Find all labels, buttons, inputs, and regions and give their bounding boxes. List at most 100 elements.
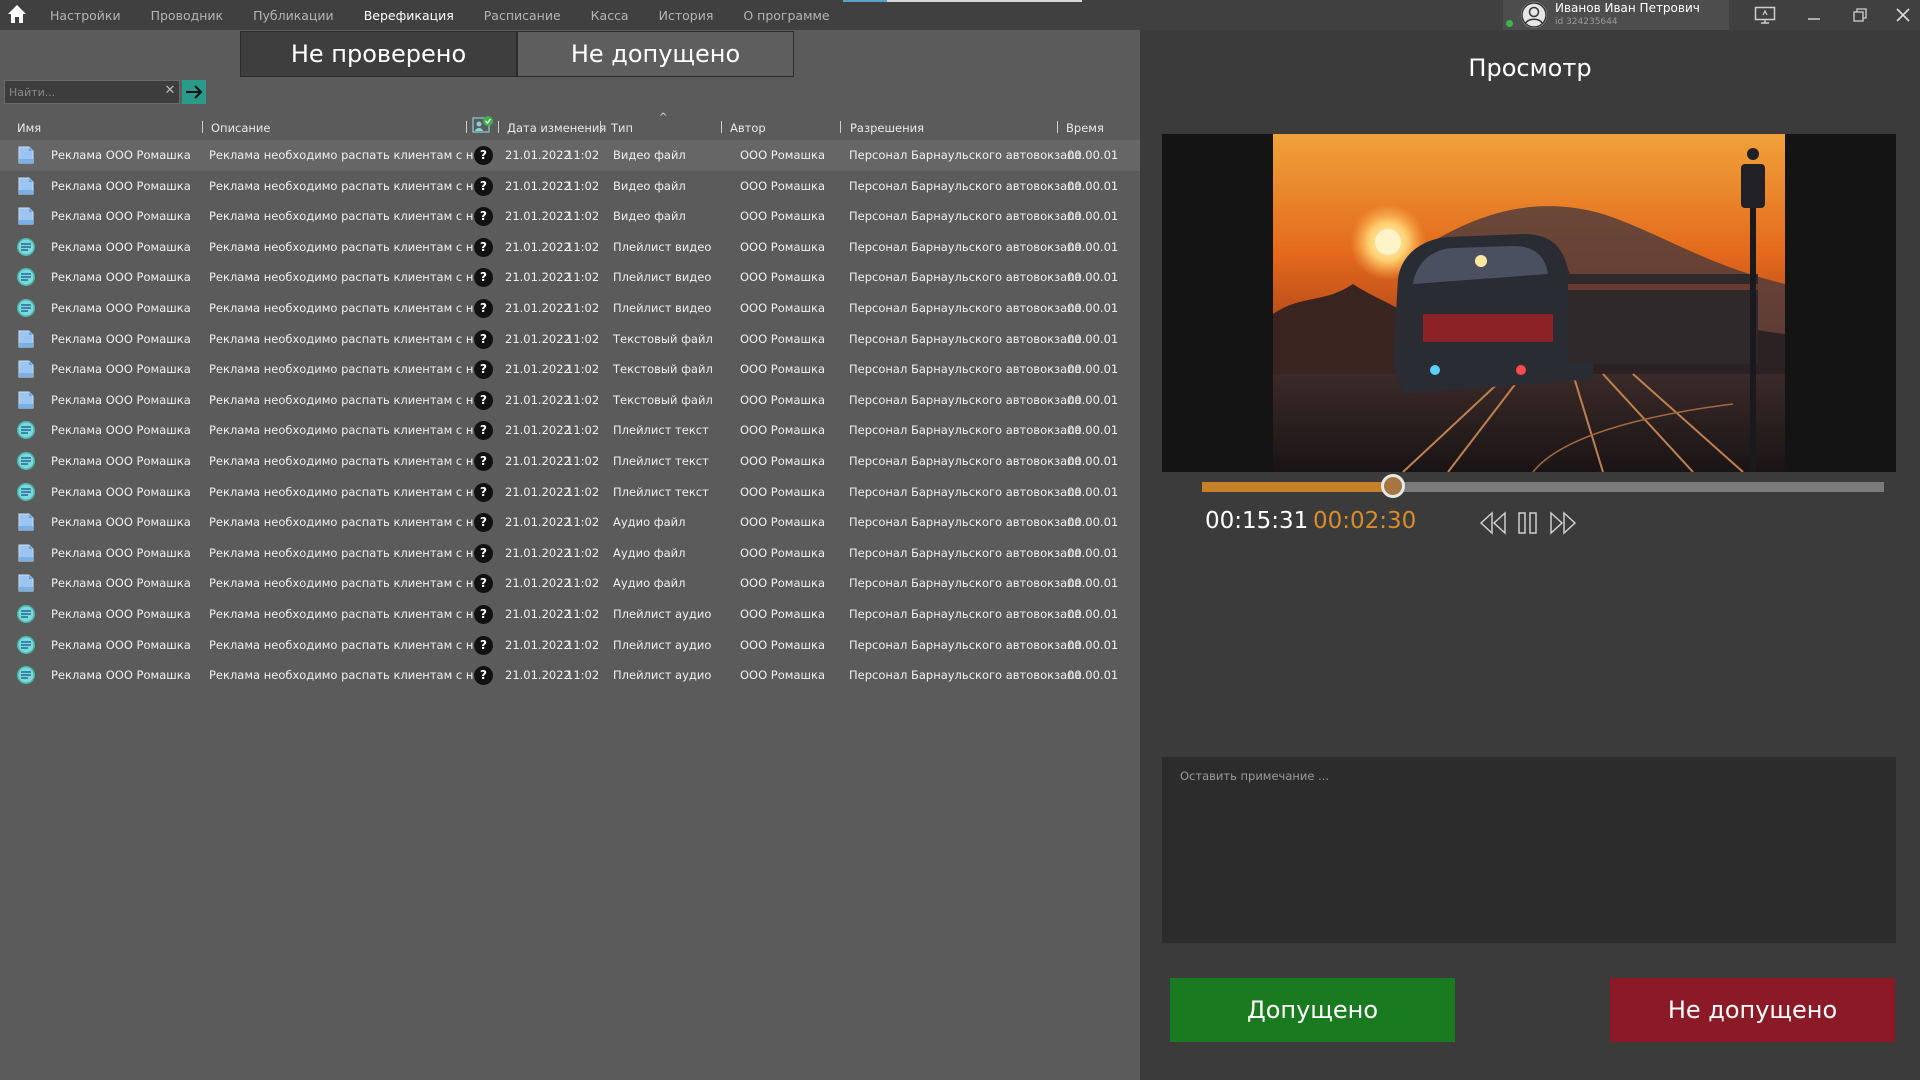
video-progress-bar[interactable] bbox=[1202, 474, 1884, 498]
cell-time-of-day: 11:02 bbox=[566, 576, 600, 591]
minimize-icon[interactable] bbox=[1801, 3, 1827, 27]
preview-panel: Просмотр 00:15:31 00:02:30 Оставить прим… bbox=[1140, 30, 1920, 1080]
tab-rejected[interactable]: Не допущено bbox=[517, 31, 794, 77]
search-input[interactable] bbox=[4, 80, 180, 104]
question-icon[interactable]: ? bbox=[474, 421, 493, 441]
cell-description: Реклама необходимо распать клиентам с на… bbox=[209, 239, 492, 254]
rewind-icon[interactable] bbox=[1478, 510, 1508, 536]
cell-date: 21.01.2022 bbox=[505, 668, 571, 683]
table-row[interactable]: Реклама ООО Ромашка Реклама необходимо ра… bbox=[0, 415, 1140, 446]
table-row[interactable]: Реклама ООО Ромашка Реклама необходимо ра… bbox=[0, 293, 1140, 324]
question-icon[interactable]: ? bbox=[474, 360, 493, 380]
cell-author: ООО Ромашка bbox=[740, 606, 826, 621]
table-row[interactable]: Реклама ООО Ромашка Реклама необходимо ра… bbox=[0, 660, 1140, 691]
nav-item[interactable]: Касса bbox=[591, 8, 629, 23]
cell-author: ООО Ромашка bbox=[740, 576, 826, 591]
column-author[interactable]: Автор bbox=[730, 121, 766, 135]
question-icon[interactable]: ? bbox=[474, 451, 493, 471]
cell-description: Реклама необходимо распать клиентам с на… bbox=[209, 270, 492, 285]
fast-forward-icon[interactable] bbox=[1548, 510, 1578, 536]
video-player[interactable] bbox=[1162, 134, 1896, 472]
cell-time-of-day: 11:02 bbox=[566, 637, 600, 652]
question-icon[interactable]: ? bbox=[474, 604, 493, 624]
column-time[interactable]: Время bbox=[1066, 121, 1104, 135]
table-row[interactable]: Реклама ООО Ромашка Реклама необходимо ра… bbox=[0, 201, 1140, 232]
restore-icon[interactable] bbox=[1847, 3, 1873, 27]
question-icon[interactable]: ? bbox=[474, 298, 493, 318]
cell-author: ООО Ромашка bbox=[740, 668, 826, 683]
column-permissions[interactable]: Разрешения bbox=[850, 121, 924, 135]
table-header: Имя Описание Дата изменения Тип ^ Автор bbox=[0, 112, 1140, 142]
table-row[interactable]: Реклама ООО Ромашка Реклама необходимо ра… bbox=[0, 171, 1140, 202]
cell-type: Видео файл bbox=[613, 148, 686, 162]
cell-description: Реклама необходимо распать клиентам с на… bbox=[209, 392, 492, 407]
cell-duration: 00.00.01 bbox=[1067, 423, 1119, 438]
question-icon[interactable]: ? bbox=[474, 329, 493, 349]
table-row[interactable]: Реклама ООО Ромашка Реклама необходимо ра… bbox=[0, 446, 1140, 477]
question-icon[interactable]: ? bbox=[474, 666, 493, 686]
video-progress-handle[interactable] bbox=[1380, 474, 1405, 498]
cell-author: ООО Ромашка bbox=[740, 453, 826, 468]
search-submit-button[interactable] bbox=[182, 80, 206, 104]
cell-date: 21.01.2022 bbox=[505, 209, 571, 224]
question-icon[interactable]: ? bbox=[474, 513, 493, 533]
cell-type: Плейлист текст bbox=[613, 484, 709, 499]
table-row[interactable]: Реклама ООО Ромашка Реклама необходимо ра… bbox=[0, 599, 1140, 630]
note-field[interactable] bbox=[1162, 757, 1896, 943]
table-row[interactable]: Реклама ООО Ромашка Реклама необходимо ра… bbox=[0, 354, 1140, 385]
question-icon[interactable]: ? bbox=[474, 390, 493, 410]
nav-item[interactable]: Проводник bbox=[151, 8, 224, 23]
video-frame-image bbox=[1273, 134, 1785, 472]
nav-item[interactable]: О программе bbox=[743, 8, 829, 23]
reject-button[interactable]: Не допущено bbox=[1610, 978, 1895, 1042]
question-icon[interactable]: ? bbox=[474, 176, 493, 196]
cell-name: Реклама ООО Ромашка bbox=[51, 484, 191, 499]
nav-item[interactable]: История bbox=[659, 8, 714, 23]
close-icon[interactable] bbox=[1890, 3, 1916, 27]
sort-indicator: ^ bbox=[659, 112, 668, 123]
table-row[interactable]: Реклама ООО Ромашка Реклама необходимо ра… bbox=[0, 140, 1140, 171]
table-row[interactable]: Реклама ООО Ромашка Реклама необходимо ра… bbox=[0, 385, 1140, 416]
approve-button[interactable]: Допущено bbox=[1170, 978, 1455, 1042]
clear-search-icon[interactable]: ✕ bbox=[162, 83, 178, 99]
cell-description: Реклама необходимо распать клиентам с на… bbox=[209, 545, 492, 560]
cell-description: Реклама необходимо распать клиентам с на… bbox=[209, 484, 492, 499]
column-type[interactable]: Тип bbox=[611, 121, 633, 135]
nav-item[interactable]: Публикации bbox=[253, 8, 334, 23]
question-icon[interactable]: ? bbox=[474, 543, 493, 563]
cell-type: Плейлист аудио bbox=[613, 637, 712, 652]
user-profile[interactable]: Иванов Иван Петрович id 324235644 bbox=[1503, 0, 1729, 30]
question-icon[interactable]: ? bbox=[474, 237, 493, 257]
table-row[interactable]: Реклама ООО Ромашка Реклама необходимо ра… bbox=[0, 507, 1140, 538]
column-name[interactable]: Имя bbox=[17, 121, 41, 135]
question-icon[interactable]: ? bbox=[474, 482, 493, 502]
nav-item[interactable]: Настройки bbox=[50, 8, 121, 23]
column-description[interactable]: Описание bbox=[211, 121, 270, 135]
nav-item[interactable]: Расписание bbox=[484, 8, 561, 23]
pause-icon[interactable] bbox=[1516, 510, 1540, 536]
column-date[interactable]: Дата изменения bbox=[507, 121, 606, 135]
question-icon[interactable]: ? bbox=[474, 146, 493, 165]
verification-column-icon[interactable] bbox=[472, 115, 494, 135]
nav-item[interactable]: Верефикация bbox=[364, 8, 454, 23]
cell-time-of-day: 11:02 bbox=[566, 270, 600, 285]
home-icon[interactable] bbox=[6, 3, 28, 25]
table-row[interactable]: Реклама ООО Ромашка Реклама необходимо ра… bbox=[0, 477, 1140, 508]
question-icon[interactable]: ? bbox=[474, 635, 493, 655]
question-icon[interactable]: ? bbox=[474, 574, 493, 594]
table-row[interactable]: Реклама ООО Ромашка Реклама необходимо ра… bbox=[0, 262, 1140, 293]
cell-permissions: Персонал Барнаульского автовокзала bbox=[849, 545, 1082, 560]
tab-unverified[interactable]: Не проверено bbox=[240, 31, 517, 77]
table-row[interactable]: Реклама ООО Ромашка Реклама необходимо ра… bbox=[0, 232, 1140, 263]
cell-type: Текстовый файл bbox=[613, 392, 713, 407]
cell-date: 21.01.2022 bbox=[505, 148, 571, 162]
table-row[interactable]: Реклама ООО Ромашка Реклама необходимо ра… bbox=[0, 538, 1140, 569]
cell-type: Видео файл bbox=[613, 178, 686, 193]
table-row[interactable]: Реклама ООО Ромашка Реклама необходимо ра… bbox=[0, 324, 1140, 355]
question-icon[interactable]: ? bbox=[474, 207, 493, 227]
table-row[interactable]: Реклама ООО Ромашка Реклама необходимо ра… bbox=[0, 568, 1140, 599]
question-icon[interactable]: ? bbox=[474, 268, 493, 288]
table-row[interactable]: Реклама ООО Ромашка Реклама необходимо ра… bbox=[0, 630, 1140, 661]
monitor-icon[interactable] bbox=[1752, 3, 1778, 27]
cell-type: Плейлист видео bbox=[613, 270, 712, 285]
